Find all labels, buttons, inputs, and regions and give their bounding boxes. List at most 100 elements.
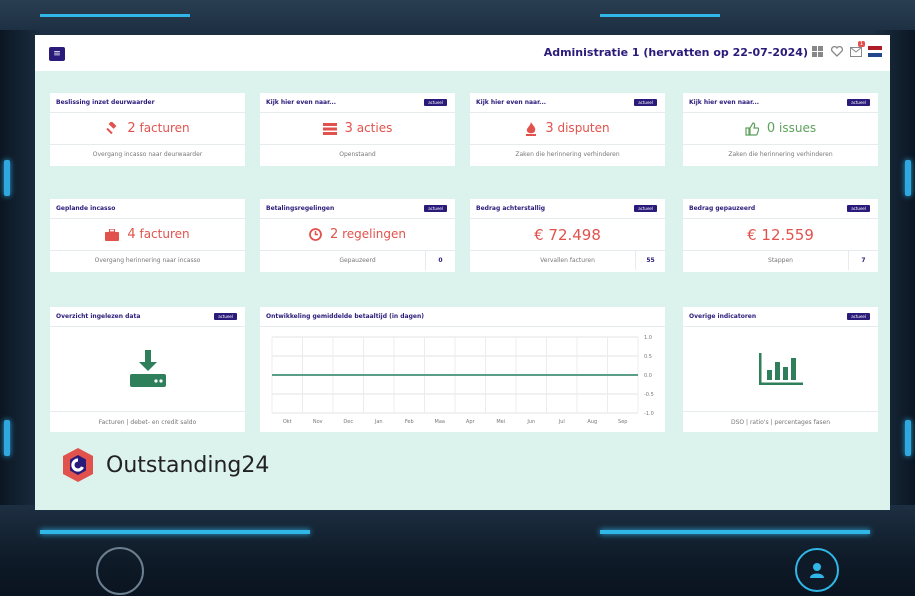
outstanding24-logo-icon xyxy=(63,448,93,482)
x-tick-label: Jan xyxy=(374,419,383,425)
administration-title[interactable]: Administratie 1 (hervatten op 22-07-2024… xyxy=(544,46,808,59)
card-acties[interactable]: Kijk hier even naar... actueel 3 acties O… xyxy=(260,93,455,166)
value-unit: regelingen xyxy=(342,227,407,241)
data-point xyxy=(316,374,319,376)
card-title: Kijk hier even naar... actueel xyxy=(260,93,455,113)
clock-icon xyxy=(309,228,322,241)
chart-title: Ontwikkeling gemiddelde betaaltijd (in d… xyxy=(260,307,665,327)
card-value: 3 acties xyxy=(260,113,455,145)
x-tick-label: Jul xyxy=(558,419,565,425)
top-bar: ≡ Administratie 1 (hervatten op 22-07-20… xyxy=(35,35,890,71)
y-tick-label: 1.0 xyxy=(644,335,652,341)
dashboard-screen: ≡ Administratie 1 (hervatten op 22-07-20… xyxy=(35,35,890,510)
actueel-badge: actueel xyxy=(847,205,870,212)
card-title-text: Kijk hier even naar... xyxy=(689,99,760,106)
value-number: 2 xyxy=(329,227,339,242)
data-point xyxy=(530,374,533,376)
x-tick-label: Apr xyxy=(466,419,476,425)
footer-count: 7 xyxy=(848,251,878,270)
data-point xyxy=(347,374,350,376)
line-chart: 1.0 0.5 0.0 -0.5 -1.0 Okt Nov Dec Jan Feb Maa Apr Me… xyxy=(271,335,654,425)
y-tick-label: -1.0 xyxy=(644,411,654,417)
card-footer: Stappen 7 xyxy=(683,251,878,270)
frame-stripe xyxy=(600,14,720,17)
card-footer: Openstaand xyxy=(339,151,376,158)
x-tick-label: Dec xyxy=(343,419,353,425)
card-bedrag-gepauzeerd[interactable]: Bedrag gepauzeerd actueel € 12.559 Stappe… xyxy=(683,199,878,272)
value-number: 2 xyxy=(127,121,136,136)
footer-count: 0 xyxy=(425,251,455,270)
flag-nl-icon[interactable] xyxy=(868,46,882,58)
user-button[interactable] xyxy=(795,548,839,592)
frame-top xyxy=(0,0,915,40)
card-icon-area xyxy=(683,327,878,412)
frame-glow xyxy=(4,160,10,196)
card-title: Kijk hier even naar... actueel xyxy=(683,93,878,113)
frame-bar xyxy=(40,530,310,534)
actueel-badge: actueel xyxy=(424,99,447,106)
circle-button[interactable] xyxy=(96,547,144,595)
card-title-text: Overzicht ingelezen data xyxy=(56,313,141,320)
hamburger-icon[interactable]: ≡ xyxy=(49,47,65,61)
data-point xyxy=(377,374,380,376)
card-footer: DSO | ratio's | percentages fasen xyxy=(730,418,831,426)
card-geplande-incasso[interactable]: Geplande incasso 4 facturen Overgang her… xyxy=(50,199,245,272)
top-icons: 1 xyxy=(811,41,882,58)
card-value: 2 regelingen xyxy=(260,219,455,251)
data-point xyxy=(591,374,594,376)
brand-name: Outstanding24 xyxy=(106,452,270,478)
card-footer: Gepauzeerd 0 xyxy=(260,251,455,270)
footer-label: Vervallen facturen xyxy=(540,257,595,264)
actueel-badge: actueel xyxy=(847,99,870,106)
card-value: 3 disputen xyxy=(470,113,665,145)
card-bedrag-achterstallig[interactable]: Bedrag achterstallig actueel € 72.498 Ver… xyxy=(470,199,665,272)
card-title-text: Bedrag achterstallig xyxy=(476,205,546,212)
card-title: Bedrag achterstallig actueel xyxy=(470,199,665,219)
frame-stripe xyxy=(40,14,190,17)
grid-icon[interactable] xyxy=(811,45,824,58)
value-number: 0 xyxy=(766,121,776,136)
amount-value: € 12.559 xyxy=(747,225,814,244)
value-number: 4 xyxy=(127,227,136,242)
fire-icon xyxy=(526,121,537,136)
brand-logo: Outstanding24 xyxy=(60,447,269,483)
card-footer: Zaken die herinnering verhinderen xyxy=(515,151,620,158)
card-title: Geplande incasso xyxy=(50,199,245,219)
value-number: 3 xyxy=(344,121,353,136)
actueel-badge: actueel xyxy=(847,313,870,320)
x-tick-label: Mei xyxy=(496,419,505,425)
bar-chart-icon xyxy=(758,353,803,385)
card-betalingsregelingen[interactable]: Betalingsregelingen actueel 2 regelingen … xyxy=(260,199,455,272)
card-overige-indicatoren[interactable]: Overige indicatoren actueel DSO | ratio's… xyxy=(683,307,878,432)
footer-count: 55 xyxy=(635,251,665,270)
x-tick-label: Sep xyxy=(618,419,627,425)
data-point xyxy=(408,374,411,376)
data-point xyxy=(286,374,289,376)
list-icon xyxy=(322,122,337,135)
y-tick-label: 0.5 xyxy=(644,354,652,360)
card-disputen[interactable]: Kijk hier even naar... actueel 3 disputen… xyxy=(470,93,665,166)
card-deurwaarder[interactable]: Beslissing inzet deurwaarder 2 facturen … xyxy=(50,93,245,166)
y-tick-label: -0.5 xyxy=(644,392,654,398)
card-betaaltijd-chart[interactable]: Ontwikkeling gemiddelde betaaltijd (in d… xyxy=(260,307,665,432)
amount-value: € 72.498 xyxy=(534,225,601,244)
thumbs-up-icon xyxy=(745,121,759,136)
card-title-text: Bedrag gepauzeerd xyxy=(689,205,756,212)
mail-icon[interactable]: 1 xyxy=(849,41,865,58)
card-issues[interactable]: Kijk hier even naar... actueel 0 issues Z… xyxy=(683,93,878,166)
card-ingelezen-data[interactable]: Overzicht ingelezen data actueel Facturen… xyxy=(50,307,245,432)
value-unit: facturen xyxy=(139,227,190,241)
frame-left xyxy=(0,30,40,550)
card-value: € 72.498 xyxy=(470,219,665,251)
frame-glow xyxy=(905,420,911,456)
card-title: Overzicht ingelezen data actueel xyxy=(50,307,245,327)
card-icon-area xyxy=(50,327,245,412)
x-tick-label: Jun xyxy=(526,419,535,425)
data-point xyxy=(560,374,563,376)
data-point xyxy=(438,374,441,376)
actueel-badge: actueel xyxy=(634,205,657,212)
card-title-text: Kijk hier even naar... xyxy=(476,99,547,106)
card-value: € 12.559 xyxy=(683,219,878,251)
data-point xyxy=(621,374,624,376)
heart-icon[interactable] xyxy=(830,45,843,58)
